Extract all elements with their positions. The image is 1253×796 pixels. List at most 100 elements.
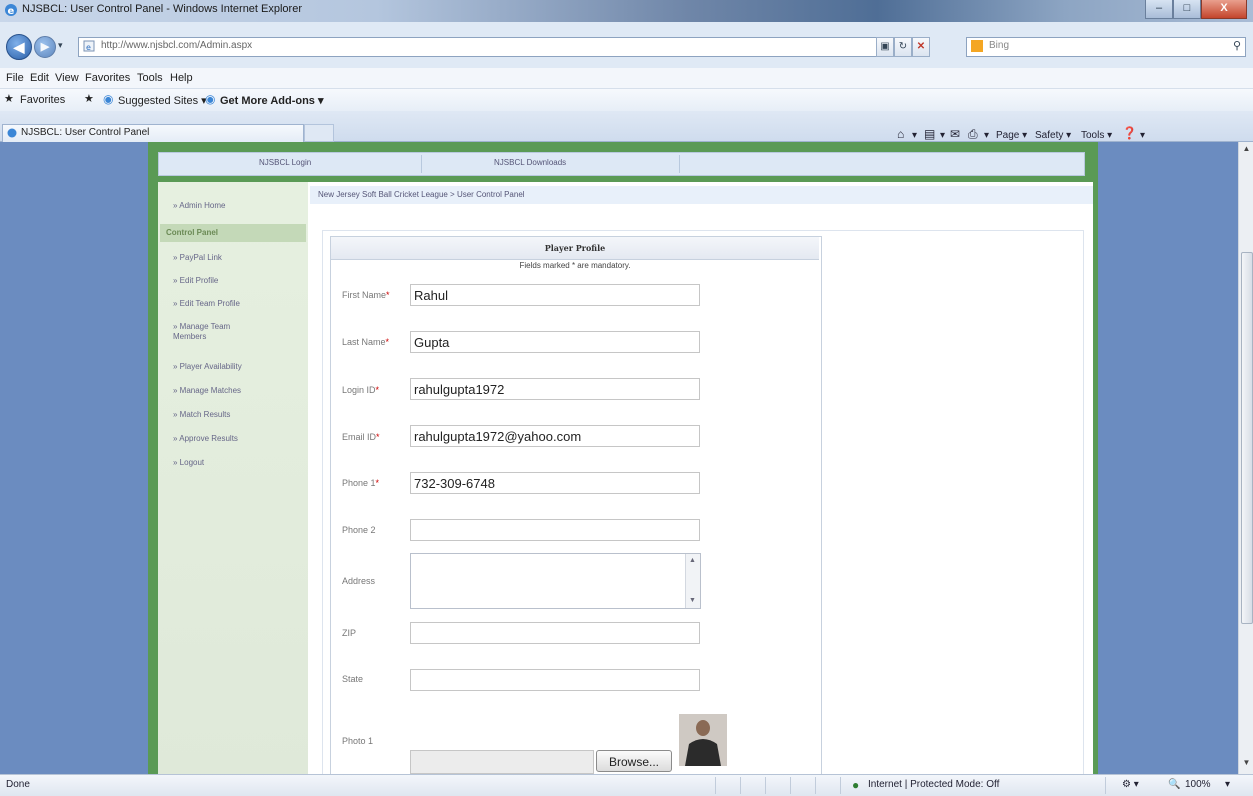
home-icon[interactable]: ⌂ [897,127,904,141]
favorites-bar: ★ Favorites ★ ◉ Suggested Sites ▾ ◉ Get … [0,89,1253,112]
safety-menu[interactable]: Safety ▾ [1035,130,1071,141]
refresh-icon[interactable]: ↻ [894,37,912,57]
first-name-label: First Name* [342,290,390,300]
tab-page-icon [7,128,17,138]
phone1-label: Phone 1* [342,478,380,488]
close-window-button[interactable]: X [1201,0,1247,19]
suggested-sites-link[interactable]: Suggested Sites ▾ [118,94,207,107]
browse-button[interactable]: Browse... [596,750,672,772]
scroll-down-arrow-icon[interactable]: ▼ [1239,758,1253,772]
sidebar-item-player-availability[interactable]: » Player Availability [173,362,242,371]
scroll-up-arrow-icon[interactable]: ▲ [1239,144,1253,158]
phone2-label: Phone 2 [342,525,376,535]
sidebar-item-edit-team-profile[interactable]: » Edit Team Profile [173,299,240,308]
zoom-dropdown-icon[interactable]: ▾ [1225,779,1230,790]
state-field[interactable] [410,669,700,691]
zip-field[interactable] [410,622,700,644]
menu-favorites[interactable]: Favorites [85,72,130,84]
search-input[interactable]: Bing ⚲ [966,37,1246,57]
page-scrollbar[interactable]: ▲ ▼ [1238,142,1253,774]
sidebar-item-edit-profile[interactable]: » Edit Profile [173,276,218,285]
svg-text:e: e [86,43,91,52]
email-id-label: Email ID* [342,432,380,442]
admin-sidebar: » Admin Home Control Panel » PayPal Link… [158,182,308,774]
first-name-field[interactable]: Rahul [410,284,700,306]
home-dropdown-icon[interactable]: ▾ [912,130,917,141]
tab-active[interactable]: NJSBCL: User Control Panel [2,124,304,142]
sidebar-item-match-results[interactable]: » Match Results [173,410,230,419]
stop-icon[interactable]: ✕ [912,37,930,57]
history-dropdown-icon[interactable]: ▾ [58,40,63,51]
login-id-field[interactable]: rahulgupta1972 [410,378,700,400]
sidebar-item-control-panel[interactable]: Control Panel [166,228,218,237]
feeds-icon[interactable]: ▤ [924,127,935,141]
sidebar-item-manage-team-members[interactable]: » Manage Team Members [173,322,253,342]
ie-logo-icon: e [4,3,18,17]
window-title: NJSBCL: User Control Panel - Windows Int… [22,3,302,15]
breadcrumb-text[interactable]: New Jersey Soft Ball Cricket League > Us… [318,190,525,199]
minimize-button[interactable]: – [1145,0,1173,19]
zoom-level[interactable]: 100% [1185,779,1211,790]
scrollbar-thumb[interactable] [1241,252,1253,624]
bing-icon [971,40,983,52]
menu-file[interactable]: File [6,72,24,84]
sidebar-item-logout[interactable]: » Logout [173,458,204,467]
window-title-bar: e NJSBCL: User Control Panel - Windows I… [0,0,1253,22]
forward-button-icon[interactable]: ▶ [34,36,56,58]
email-id-field[interactable]: rahulgupta1972@yahoo.com [410,425,700,447]
player-profile-form [330,236,822,776]
compatibility-view-icon[interactable]: ▣ [876,37,894,57]
addons-icon: ◉ [205,92,216,106]
print-dropdown-icon[interactable]: ▾ [984,130,989,141]
scroll-down-icon[interactable]: ▼ [689,597,696,604]
print-icon[interactable]: ⎙ [968,127,978,142]
sidebar-item-approve-results[interactable]: » Approve Results [173,434,238,443]
site-top-nav: NJSBCL Login NJSBCL Downloads [158,152,1085,176]
add-favorite-icon[interactable]: ★ [84,92,94,105]
maximize-button[interactable]: □ [1173,0,1201,19]
phone2-field[interactable] [410,519,700,541]
state-label: State [342,674,364,684]
sidebar-item-admin-home[interactable]: » Admin Home [173,201,225,210]
scroll-up-icon[interactable]: ▲ [689,557,696,564]
internet-globe-icon: ● [852,778,860,792]
tools-menu[interactable]: Tools ▾ [1081,130,1112,141]
menu-help[interactable]: Help [170,72,193,84]
page-menu[interactable]: Page ▾ [996,130,1027,141]
menu-tools[interactable]: Tools [137,72,163,84]
help-dropdown-icon[interactable]: ▾ [1140,130,1145,141]
address-scrollbar[interactable]: ▲ ▼ [685,554,700,608]
menu-view[interactable]: View [55,72,79,84]
help-icon[interactable]: ❓ [1122,126,1137,140]
photo1-label: Photo 1 [342,736,374,746]
window-controls: – □ X [1145,0,1247,19]
mail-icon[interactable]: ✉ [950,127,960,141]
address-textarea[interactable]: ▲ ▼ [410,553,701,609]
favorites-button[interactable]: Favorites [20,94,65,106]
form-subtitle: Fields marked * are mandatory. [519,261,631,270]
nav-njsbcl-downloads[interactable]: NJSBCL Downloads [494,158,566,167]
favorites-star-icon[interactable]: ★ [4,92,14,105]
back-button-icon[interactable]: ◀ [6,34,32,60]
nav-njsbcl-login[interactable]: NJSBCL Login [259,158,311,167]
sidebar-item-paypal-link[interactable]: » PayPal Link [173,253,222,262]
get-more-addons-link[interactable]: Get More Add-ons ▾ [220,94,324,107]
address-input[interactable]: e http://www.njsbcl.com/Admin.aspx [78,37,912,57]
new-tab-button[interactable] [304,124,334,142]
sidebar-item-manage-matches[interactable]: » Manage Matches [173,386,241,395]
zoom-icon[interactable]: 🔍 [1168,779,1180,790]
search-icon[interactable]: ⚲ [1233,39,1241,52]
address-label: Address [342,576,376,586]
suggested-sites-icon: ◉ [103,92,114,106]
photo1-file-input[interactable] [410,750,594,774]
zip-label: ZIP [342,628,357,638]
feeds-dropdown-icon[interactable]: ▾ [940,130,945,141]
status-bar: Done ● Internet | Protected Mode: Off ⚙ … [0,774,1253,796]
menu-edit[interactable]: Edit [30,72,49,84]
phone1-field[interactable]: 732-309-6748 [410,472,700,494]
last-name-label: Last Name* [342,337,390,347]
protected-mode-icon[interactable]: ⚙ ▾ [1122,779,1139,790]
address-text: http://www.njsbcl.com/Admin.aspx [101,40,253,51]
last-name-field[interactable]: Gupta [410,331,700,353]
security-zone-text[interactable]: Internet | Protected Mode: Off [868,779,999,790]
